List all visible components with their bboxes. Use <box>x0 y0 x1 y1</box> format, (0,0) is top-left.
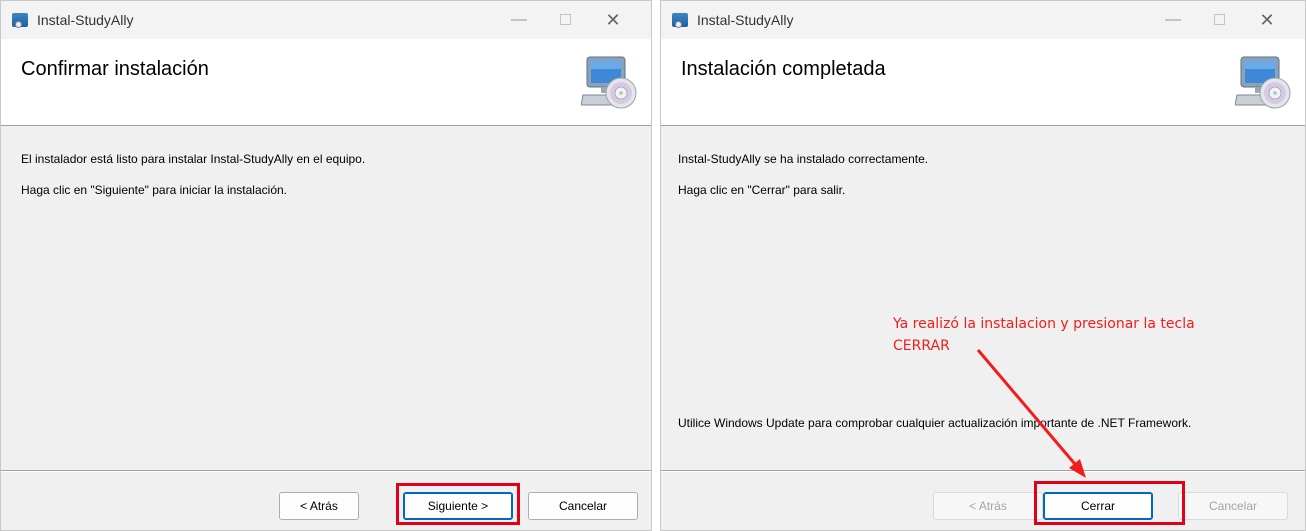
page-title: Instalación completada <box>681 58 886 80</box>
highlight-box-close <box>1034 481 1185 525</box>
page-title: Confirmar instalación <box>21 58 209 80</box>
back-button[interactable]: < Atrás <box>279 492 359 520</box>
maximize-button[interactable] <box>543 5 587 35</box>
title-bar[interactable]: Instal-StudyAlly — ✕ <box>1 1 651 39</box>
installer-window-confirm: Instal-StudyAlly — ✕ Confirmar instalaci… <box>0 0 652 531</box>
instruction-message: Haga clic en "Cerrar" para salir. <box>678 183 846 197</box>
annotation-line-1: Ya realizó la instalacion y presionar la… <box>893 316 1195 332</box>
annotation-line-2: CERRAR <box>893 338 950 354</box>
computer-cd-icon <box>581 56 637 109</box>
cancel-button: Cancelar <box>1178 492 1288 520</box>
footer-divider <box>1 470 651 471</box>
installer-window-complete: Instal-StudyAlly — ✕ Instalación complet… <box>660 0 1306 531</box>
title-bar[interactable]: Instal-StudyAlly — ✕ <box>661 1 1305 39</box>
computer-cd-icon <box>1235 56 1291 109</box>
minimize-button[interactable]: — <box>497 5 541 35</box>
highlight-box-next <box>396 483 520 525</box>
cancel-button[interactable]: Cancelar <box>528 492 638 520</box>
close-window-button[interactable]: ✕ <box>591 5 635 35</box>
instruction-message: Haga clic en "Siguiente" para iniciar la… <box>21 183 287 197</box>
ready-message: El instalador está listo para instalar I… <box>21 152 366 166</box>
windows-update-message: Utilice Windows Update para comprobar cu… <box>678 416 1192 430</box>
back-button: < Atrás <box>933 492 1043 520</box>
footer-divider <box>661 470 1305 471</box>
header-banner: Instalación completada <box>661 39 1305 126</box>
installer-app-icon <box>672 13 688 28</box>
minimize-button[interactable]: — <box>1151 5 1195 35</box>
success-message: Instal-StudyAlly se ha instalado correct… <box>678 152 929 166</box>
header-banner: Confirmar instalación <box>1 39 651 126</box>
close-window-button[interactable]: ✕ <box>1245 5 1289 35</box>
window-title: Instal-StudyAlly <box>697 12 794 28</box>
window-title: Instal-StudyAlly <box>37 12 134 28</box>
maximize-icon <box>559 14 571 26</box>
maximize-button[interactable] <box>1197 5 1241 35</box>
maximize-icon <box>1213 14 1225 26</box>
annotation-callout: Ya realizó la instalacion y presionar la… <box>893 313 1273 357</box>
installer-app-icon <box>12 13 28 28</box>
